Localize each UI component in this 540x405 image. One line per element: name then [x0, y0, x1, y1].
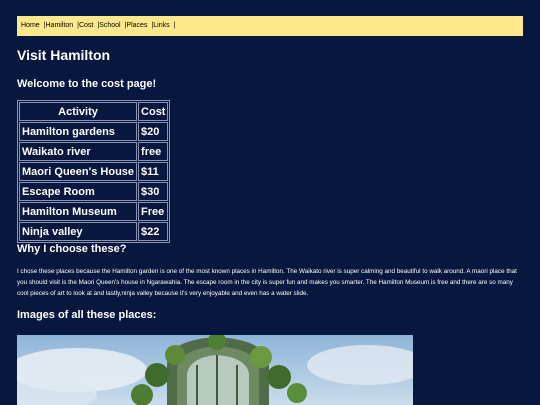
activity-cell: Hamilton Museum — [19, 202, 138, 221]
table-row: Escape Room $30 — [19, 182, 169, 201]
cost-cell: Free — [138, 202, 169, 221]
cost-cell: $30 — [138, 182, 169, 201]
table-row: Hamilton Museum Free — [19, 202, 169, 221]
table-row: Ninja valley $22 — [19, 222, 169, 241]
column-header-cost: Cost — [138, 102, 169, 121]
nav-school-link[interactable]: |School — [97, 16, 120, 36]
activity-cell: Hamilton gardens — [19, 122, 138, 141]
page-title: Visit Hamilton — [17, 47, 111, 63]
welcome-heading: Welcome to the cost page! — [17, 78, 157, 90]
nav-hamilton-link[interactable]: |Hamilton — [44, 16, 73, 36]
cost-cell: $20 — [138, 122, 169, 141]
table-row: Waikato river free — [19, 142, 169, 161]
cost-cell: $11 — [138, 162, 169, 181]
activity-cell: Maori Queen's House — [19, 162, 138, 181]
table-row: Maori Queen's House $11 — [19, 162, 169, 181]
column-header-activity: Activity — [19, 102, 138, 121]
nav-places-link[interactable]: |Places — [125, 16, 148, 36]
nav-trailing-separator: | — [173, 22, 176, 29]
table-header-row: Activity Cost — [19, 102, 169, 121]
activity-cell: Waikato river — [19, 142, 138, 161]
activity-cell: Escape Room — [19, 182, 138, 201]
cost-cell: $22 — [138, 222, 169, 241]
nav-links-link[interactable]: |Links — [151, 16, 169, 36]
cost-cell: free — [138, 142, 169, 161]
cost-table: Activity Cost Hamilton gardens $20 Waika… — [17, 100, 171, 243]
activity-cell: Ninja valley — [19, 222, 138, 241]
table-row: Hamilton gardens $20 — [19, 122, 169, 141]
garden-photo — [17, 335, 413, 405]
top-nav-bar: Home |Hamilton |Cost |School |Places |Li… — [17, 16, 523, 36]
nav-home-link[interactable]: Home — [21, 16, 40, 36]
images-heading: Images of all these places: — [17, 309, 157, 321]
why-heading: Why I choose these? — [17, 243, 127, 255]
why-paragraph: I chose these places because the Hamilto… — [17, 268, 517, 297]
nav-cost-link[interactable]: |Cost — [77, 16, 93, 36]
